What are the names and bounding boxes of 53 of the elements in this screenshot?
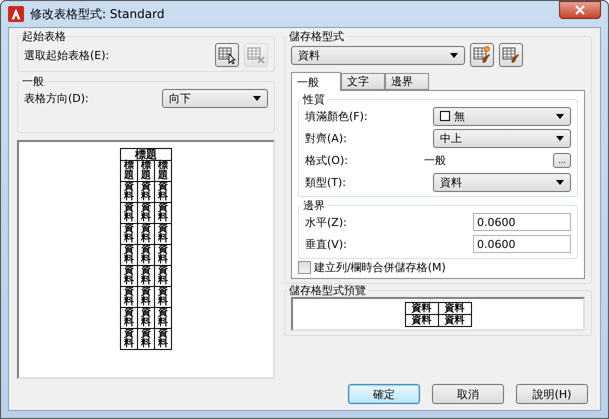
caret-icon — [556, 180, 564, 184]
checkbox-label: 建立列/欄時合併儲存格(M) — [314, 261, 446, 274]
tab[interactable]: 一般 — [291, 72, 341, 91]
table-cell: 資料 — [405, 314, 438, 326]
input-field[interactable]: 0.0600 — [473, 213, 571, 231]
tab[interactable]: 文字 — [341, 73, 385, 90]
group-title: 儲存格型式 — [288, 30, 345, 43]
group-title: 一般 — [21, 75, 45, 88]
field-label: 類型(T): — [305, 176, 348, 188]
field-label: 表格方向(D): — [24, 92, 90, 104]
input-field[interactable]: 0.0600 — [473, 235, 571, 253]
browse-button[interactable]: ... — [553, 152, 571, 168]
color-swatch-icon — [440, 111, 450, 121]
table-cursor-icon — [218, 46, 236, 64]
app-logo-icon — [8, 6, 24, 22]
checkbox[interactable] — [298, 261, 311, 274]
field-label: 格式(O): — [305, 154, 349, 166]
table-x-icon — [247, 46, 265, 64]
select-table-button[interactable] — [215, 43, 239, 67]
caret-icon — [253, 96, 261, 100]
caret-icon — [556, 136, 564, 140]
group-title: 起始表格 — [21, 30, 67, 43]
dialog-button[interactable]: 說明(H) — [516, 384, 588, 404]
field-label: 填滿顏色(F): — [305, 110, 369, 122]
table-cell: 資料 — [438, 314, 471, 326]
caret-icon — [450, 52, 458, 58]
field-label: 水平(Z): — [305, 216, 348, 228]
table-brush-icon — [502, 46, 520, 64]
table-cell: 標題 — [120, 148, 172, 160]
window-title: 修改表格型式: Standard — [30, 8, 164, 20]
direction-dropdown[interactable]: 向下 — [162, 88, 268, 108]
close-button[interactable] — [559, 1, 601, 19]
close-icon — [575, 5, 585, 15]
table-brush-icon — [473, 46, 491, 64]
field-label: 對齊(A): — [305, 132, 348, 144]
field-label: 垂直(V): — [305, 238, 348, 250]
manage-styles-button[interactable] — [499, 43, 523, 67]
caret-icon — [556, 114, 564, 118]
table-cell: 資料 — [438, 302, 471, 314]
tab[interactable]: 邊界 — [385, 73, 429, 90]
dropdown[interactable]: 中上 — [433, 128, 571, 148]
group-title: 儲存格型式預覽 — [288, 284, 367, 297]
table-cell: 資料 — [405, 302, 438, 314]
group-title: 邊界 — [302, 199, 326, 212]
field-value: 一般 — [424, 154, 447, 166]
new-style-button[interactable] — [470, 43, 494, 67]
color-dropdown[interactable]: 無 — [433, 106, 571, 126]
group-title: 性質 — [302, 93, 326, 106]
dialog-button[interactable]: 取消 — [432, 384, 504, 404]
dialog-button[interactable]: 確定 — [348, 384, 420, 404]
field-label: 選取起始表格(E): — [24, 48, 110, 62]
cell-style-dropdown[interactable]: 資料 — [291, 46, 465, 64]
dropdown[interactable]: 資料 — [433, 172, 571, 192]
